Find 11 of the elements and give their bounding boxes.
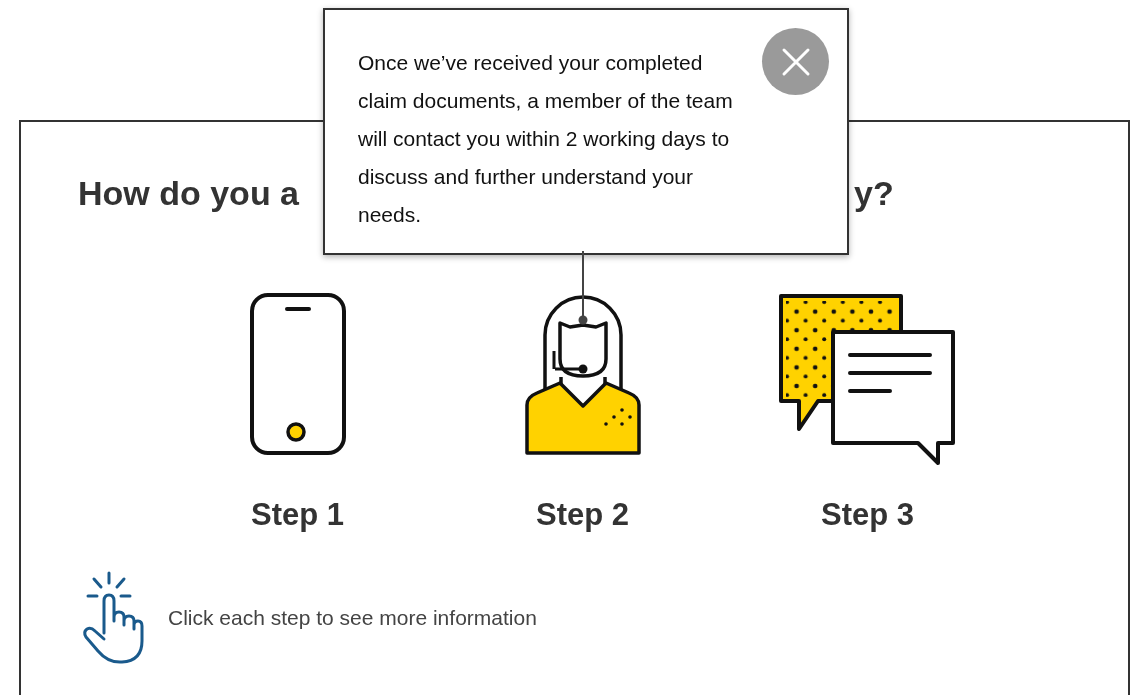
heading-text: y? — [854, 173, 894, 213]
chat-bubbles-icon — [777, 293, 958, 467]
step-button[interactable]: Step 3 — [725, 293, 1010, 533]
hint-text: Click each step to see more information — [168, 606, 537, 630]
agent-icon — [524, 293, 641, 455]
step-button[interactable]: Step 1 — [155, 293, 440, 533]
phone-icon — [249, 293, 346, 455]
close-icon — [780, 46, 811, 77]
tooltip-text: Once we’ve received your completed claim documents, a member of the team will contact you within 2 working days to discuss and further understand your needs. — [358, 50, 734, 228]
step-button[interactable]: Step 2 — [440, 293, 725, 533]
heading-text: How do you a — [78, 173, 299, 213]
